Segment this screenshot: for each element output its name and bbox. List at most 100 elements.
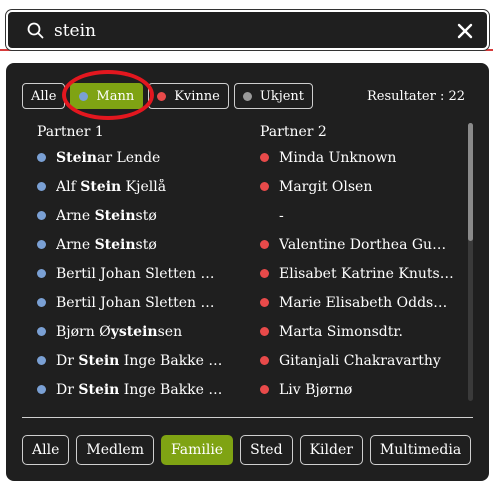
name-match-highlight: Stein	[94, 207, 136, 224]
partner2-cell[interactable]: Marie Elisabeth Oddsdatt…	[260, 288, 456, 317]
male-dot-icon	[37, 298, 46, 307]
search-bar	[6, 10, 489, 50]
result-row[interactable]: Steinar Lende Minda Unknown	[6, 143, 466, 172]
close-icon[interactable]	[455, 21, 475, 41]
female-dot-icon	[260, 385, 269, 394]
result-row[interactable]: Dr Stein Inge Bakke Haal… Gitanjali Chakr…	[6, 346, 466, 375]
tab-medlem[interactable]: Medlem	[76, 435, 154, 465]
name-match-highlight: Stein	[80, 178, 122, 195]
name-prefix: Dr	[56, 352, 79, 369]
male-dot-icon	[37, 356, 46, 365]
partner1-cell[interactable]: Bertil Johan Sletten Øyst…	[37, 288, 237, 317]
tab-multimedia[interactable]: Multimedia	[369, 435, 472, 465]
male-dot-icon	[37, 385, 46, 394]
partner1-cell[interactable]: Bjørn Øysteinsen	[37, 317, 237, 346]
name-suffix: sen	[157, 323, 183, 340]
partner2-cell[interactable]: -	[260, 201, 456, 230]
partner1-name: Dr Stein Inge Bakke Haal…	[56, 382, 226, 398]
name-prefix: Alf	[56, 178, 81, 195]
name-prefix: Bjørn Ø	[56, 323, 111, 340]
tab-alle[interactable]: Alle	[22, 435, 70, 465]
female-dot-icon	[260, 327, 269, 336]
result-row[interactable]: Alf Stein Kjellå Margit Olsen	[6, 172, 466, 201]
name-suffix: stø	[135, 236, 157, 253]
name-match-highlight: Stein	[94, 236, 136, 253]
unknown-dot-icon	[242, 91, 252, 101]
name-suffix: Inge Bakke Haal…	[123, 352, 226, 369]
male-dot-icon	[37, 269, 46, 278]
highlight-annotation-ring	[62, 70, 154, 120]
partner1-cell[interactable]: Dr Stein Inge Bakke Haal…	[37, 375, 237, 404]
tab-sted[interactable]: Sted	[240, 435, 293, 465]
divider	[22, 417, 473, 418]
partner2-name: -	[279, 207, 284, 224]
partner2-name: Margit Olsen	[279, 178, 373, 195]
partner1-name: Arne Steinstø	[56, 208, 157, 224]
category-tabs: Alle Medlem Familie Sted Kilder Multimed…	[22, 435, 472, 465]
partner2-name: Minda Unknown	[279, 149, 397, 166]
partner1-cell[interactable]: Arne Steinstø	[37, 201, 237, 230]
female-dot-icon	[260, 298, 269, 307]
scrollbar[interactable]	[468, 123, 473, 401]
partner2-cell[interactable]: Elisabet Katrine Knutsdtr.	[260, 259, 456, 288]
male-dot-icon	[37, 327, 46, 336]
partner2-cell[interactable]: Valentine Dorthea Gunn…	[260, 230, 456, 259]
filter-label: Ukjent	[259, 88, 305, 104]
name-prefix: Bertil Johan Sletten Ø	[56, 265, 213, 282]
partner2-name: Gitanjali Chakravarthy	[279, 352, 441, 369]
name-match-highlight: Stein	[78, 381, 120, 398]
partner1-name: Bjørn Øysteinsen	[56, 324, 182, 340]
search-input[interactable]	[54, 18, 434, 44]
filter-kvinne[interactable]: Kvinne	[148, 83, 229, 109]
result-row[interactable]: Dr Stein Inge Bakke Haal… Liv Bjørnø	[6, 375, 466, 404]
partner1-name: Bertil Johan Sletten Øyst…	[56, 295, 226, 311]
filter-ukjent[interactable]: Ukjent	[233, 83, 314, 109]
partner2-name: Valentine Dorthea Gunn…	[279, 236, 455, 253]
name-suffix: stø	[135, 207, 157, 224]
tab-familie[interactable]: Familie	[160, 435, 234, 465]
name-prefix: Arne	[56, 236, 95, 253]
name-suffix: ar Lende	[96, 149, 161, 166]
result-row[interactable]: Arne Steinstø Valentine Dorthea Gunn…	[6, 230, 466, 259]
result-list: Steinar Lende Minda Unknown Alf Stein Kjel…	[6, 143, 466, 404]
result-row[interactable]: Bjørn Øysteinsen Marta Simonsdtr.	[6, 317, 466, 346]
name-match-highlight: ystein	[110, 323, 158, 340]
partner1-name: Bertil Johan Sletten Øyst…	[56, 266, 226, 282]
result-row[interactable]: Bertil Johan Sletten Øyst… Marie Elisabet…	[6, 288, 466, 317]
partner2-cell[interactable]: Margit Olsen	[260, 172, 456, 201]
name-match-highlight: Stein	[56, 149, 97, 166]
result-row[interactable]: Bertil Johan Sletten Øyst… Elisabet Katri…	[6, 259, 466, 288]
partner1-cell[interactable]: Bertil Johan Sletten Øyst…	[37, 259, 237, 288]
partner2-name: Elisabet Katrine Knutsdtr.	[279, 265, 455, 282]
scrollbar-thumb[interactable]	[468, 123, 473, 241]
partner1-cell[interactable]: Arne Steinstø	[37, 230, 237, 259]
result-row[interactable]: Arne Steinstø -	[6, 201, 466, 230]
name-prefix: Bertil Johan Sletten Ø	[56, 294, 213, 311]
partner1-name: Alf Stein Kjellå	[56, 179, 166, 195]
male-dot-icon	[37, 240, 46, 249]
tab-kilder[interactable]: Kilder	[299, 435, 363, 465]
filter-label: Alle	[31, 88, 57, 104]
male-dot-icon	[37, 211, 46, 220]
partner2-cell[interactable]: Liv Bjørnø	[260, 375, 456, 404]
partner2-name: Marta Simonsdtr.	[279, 323, 403, 340]
partner1-name: Steinar Lende	[56, 150, 160, 166]
partner1-name: Arne Steinstø	[56, 237, 157, 253]
partner2-cell[interactable]: Marta Simonsdtr.	[260, 317, 456, 346]
search-results-panel: Alle Mann Kvinne Ukjent Resultater : 22 …	[6, 63, 489, 481]
female-dot-icon	[260, 153, 269, 162]
filter-alle[interactable]: Alle	[22, 83, 66, 109]
name-prefix: Arne	[56, 207, 95, 224]
partner1-cell[interactable]: Alf Stein Kjellå	[37, 172, 237, 201]
search-icon	[26, 21, 46, 41]
partner2-cell[interactable]: Minda Unknown	[260, 143, 456, 172]
partner2-cell[interactable]: Gitanjali Chakravarthy	[260, 346, 456, 375]
female-dot-icon	[260, 356, 269, 365]
female-dot-icon	[260, 269, 269, 278]
name-suffix: Kjellå	[121, 178, 167, 195]
column-header-partner1: Partner 1	[37, 124, 104, 140]
partner1-cell[interactable]: Dr Stein Inge Bakke Haal…	[37, 346, 237, 375]
partner2-name: Liv Bjørnø	[279, 381, 353, 398]
partner1-cell[interactable]: Steinar Lende	[37, 143, 237, 172]
partner1-name: Dr Stein Inge Bakke Haal…	[56, 353, 226, 369]
